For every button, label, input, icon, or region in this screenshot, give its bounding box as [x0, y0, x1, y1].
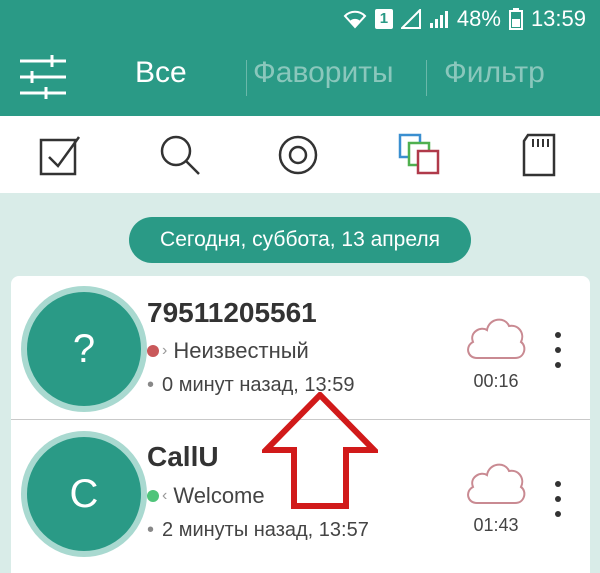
chevron-left-icon: ‹ [162, 487, 168, 504]
avatar: ? [21, 286, 147, 412]
status-dot-icon [147, 490, 159, 502]
more-dot-icon [555, 332, 561, 338]
bullet-icon: • [147, 374, 155, 396]
date-header: Сегодня, суббота, 13 апреля [129, 217, 471, 263]
call-time: • 0 минут назад, 13:59 [147, 374, 354, 397]
tab-all[interactable]: Все [135, 56, 187, 90]
tab-filter[interactable]: Фильтр [444, 56, 545, 90]
copy-icon [398, 133, 440, 175]
call-duration: 01:43 [473, 515, 519, 535]
more-options-button[interactable] [549, 332, 567, 368]
call-duration: 00:16 [473, 371, 519, 391]
call-row[interactable]: C CallU ‹ Welcome • 2 минуты назад, 13:57… [11, 421, 590, 565]
sd-card-button[interactable] [512, 128, 568, 182]
tab-divider [246, 60, 247, 96]
time-label: 0 минут назад, 13:59 [162, 374, 355, 396]
settings-sliders-button[interactable] [16, 52, 72, 102]
clock: 13:59 [530, 6, 586, 31]
search-icon [160, 135, 200, 175]
time-label: 2 минуты назад, 13:57 [162, 519, 369, 541]
sliders-icon [20, 55, 66, 99]
sd-card-icon [522, 133, 556, 177]
cloud-icon [467, 318, 526, 359]
status-dot-icon [147, 345, 159, 357]
bullet-icon: • [147, 519, 155, 541]
call-time: • 2 минуты назад, 13:57 [147, 519, 369, 542]
avatar: C [21, 431, 147, 557]
checkbox-icon [39, 136, 81, 176]
chevron-right-icon: › [162, 342, 168, 359]
app-bar: Все Фавориты Фильтр [0, 38, 600, 116]
cloud-icon [467, 463, 526, 504]
record-button[interactable] [270, 128, 326, 182]
wifi-icon [343, 10, 367, 29]
caller-name: CallU [147, 441, 219, 472]
more-dot-icon [555, 362, 561, 368]
copy-button[interactable] [392, 128, 448, 182]
call-status: ‹ Welcome [147, 483, 265, 509]
more-dot-icon [555, 347, 561, 353]
more-dot-icon [555, 511, 561, 517]
battery-percent: 48% [456, 6, 501, 31]
tab-divider [426, 60, 427, 96]
call-row[interactable]: ? 79511205561 › Неизвестный • 0 минут наз… [11, 276, 590, 420]
more-dot-icon [555, 481, 561, 487]
select-button[interactable] [32, 128, 88, 182]
status-bar: 1 48% 13:59 [0, 0, 600, 38]
status-label: Welcome [173, 483, 265, 508]
signal-icon [400, 9, 421, 29]
search-button[interactable] [152, 128, 208, 182]
sim-badge: 1 [374, 9, 393, 29]
action-toolbar [0, 116, 600, 193]
signal-icon-2 [429, 11, 448, 28]
tab-favorites[interactable]: Фавориты [253, 56, 394, 90]
more-options-button[interactable] [549, 481, 567, 517]
status-label: Неизвестный [173, 338, 309, 363]
cloud-upload-button[interactable] [463, 312, 529, 362]
more-dot-icon [555, 496, 561, 502]
battery-icon [508, 8, 523, 30]
caller-name: 79511205561 [147, 297, 317, 328]
call-status: › Неизвестный [147, 338, 309, 364]
record-icon [278, 135, 318, 175]
call-list: ? 79511205561 › Неизвестный • 0 минут наз… [11, 276, 590, 573]
cloud-upload-button[interactable] [463, 457, 529, 507]
